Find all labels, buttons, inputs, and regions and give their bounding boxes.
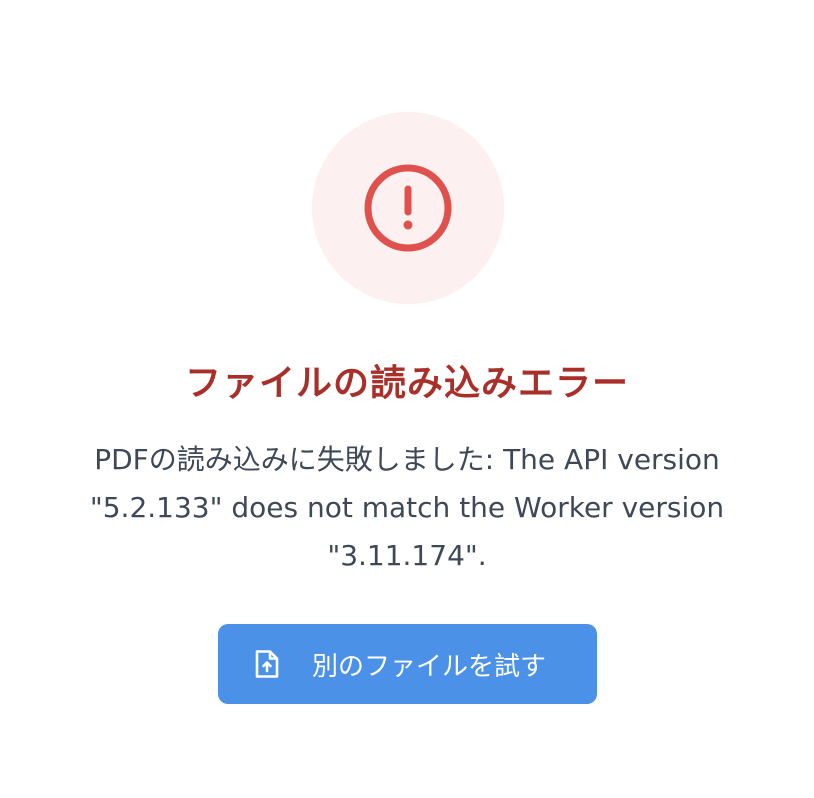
error-icon-container (312, 112, 504, 304)
error-title: ファイルの読み込みエラー (184, 363, 629, 404)
exclamation-circle-icon (364, 164, 452, 252)
error-page: ファイルの読み込みエラー PDFの読み込みに失敗しました: The API ve… (0, 0, 814, 798)
error-message: PDFの読み込みに失敗しました: The API version "5.2.13… (89, 443, 725, 572)
try-another-file-label: 別のファイルを試す (312, 651, 547, 682)
file-upload-icon (254, 649, 280, 679)
try-another-file-button[interactable]: 別のファイルを試す (218, 624, 597, 704)
